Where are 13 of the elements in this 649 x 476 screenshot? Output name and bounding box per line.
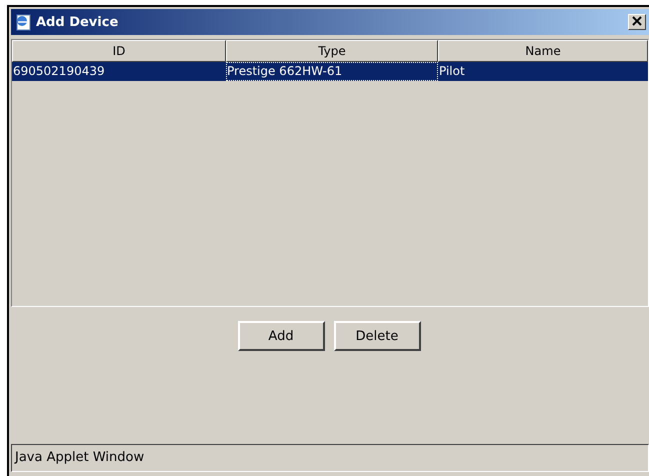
table-cell: Prestige 662HW-61 bbox=[226, 62, 438, 81]
app-icon bbox=[14, 13, 32, 31]
table-row[interactable]: 690502190439 Prestige 662HW-61 Pilot bbox=[12, 62, 648, 81]
table-cell-text: Pilot bbox=[438, 63, 466, 80]
window-title: Add Device bbox=[36, 14, 118, 30]
add-button[interactable]: Add bbox=[238, 321, 324, 351]
column-header[interactable]: ID bbox=[12, 40, 226, 62]
close-button[interactable] bbox=[628, 14, 646, 30]
status-bar: Java Applet Window bbox=[11, 444, 649, 472]
column-header[interactable]: Type bbox=[226, 40, 438, 62]
table-cell-text: 690502190439 bbox=[12, 63, 106, 80]
column-header[interactable]: Name bbox=[438, 40, 648, 62]
delete-button[interactable]: Delete bbox=[334, 321, 420, 351]
